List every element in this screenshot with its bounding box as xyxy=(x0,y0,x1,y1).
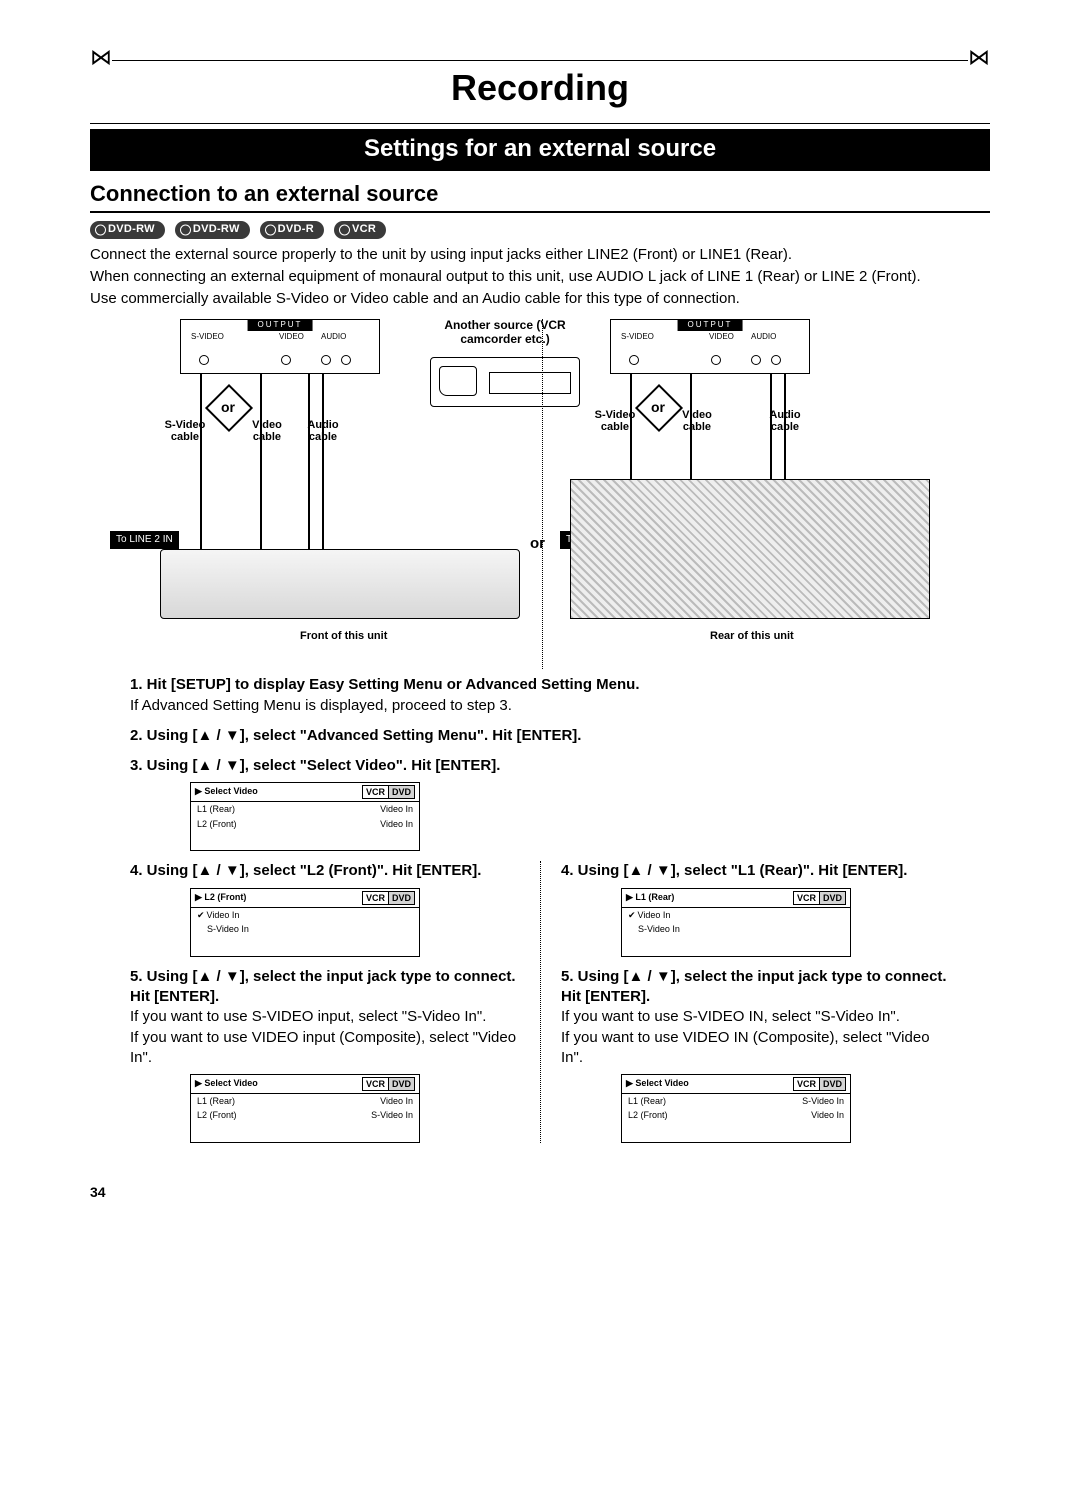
left-step5-p2: If you want to use VIDEO input (Composit… xyxy=(130,1028,520,1069)
section-heading: Connection to an external source xyxy=(90,179,990,213)
vertical-divider xyxy=(542,319,543,669)
ornament-left-icon: ⋈ xyxy=(90,46,112,68)
disc-badges: DVD-RW DVD-RW DVD-R VCR xyxy=(90,221,990,239)
page-number: 34 xyxy=(90,1183,990,1202)
source-label: Another source (VCR camcorder etc.) xyxy=(430,319,580,349)
step-1: 1. Hit [SETUP] to display Easy Setting M… xyxy=(130,675,950,716)
osd-right-final: ▶ Select Video VCRDVD L1 (Rear)S-Video I… xyxy=(621,1074,851,1143)
badge-dvd-rw-video: DVD-RW xyxy=(90,221,165,239)
ornament-right-icon: ⋈ xyxy=(968,46,990,68)
svideo-cable-label: S-Video cable xyxy=(160,419,210,443)
unit-rear-icon xyxy=(570,479,930,619)
right-step5-p1: If you want to use S-VIDEO IN, select "S… xyxy=(561,1007,950,1027)
intro-p2: When connecting an external equipment of… xyxy=(90,267,990,287)
badge-dvd-rw-vr: DVD-RW xyxy=(175,221,250,239)
badge-vcr: VCR xyxy=(334,221,386,239)
steps-list: 1. Hit [SETUP] to display Easy Setting M… xyxy=(130,675,950,851)
subtitle-bar: Settings for an external source xyxy=(90,129,990,171)
page-header: ⋈ ⋈ Recording xyxy=(90,60,990,123)
output-label: OUTPUT xyxy=(248,320,313,331)
camcorder-icon xyxy=(430,357,580,407)
badge-dvd-r: DVD-R xyxy=(260,221,324,239)
left-step4: 4. Using [▲ / ▼], select "L2 (Front)". H… xyxy=(130,861,520,881)
osd-l2-front: ▶ L2 (Front) VCRDVD Video In S-Video In xyxy=(190,888,420,957)
right-step4: 4. Using [▲ / ▼], select "L1 (Rear)". Hi… xyxy=(561,861,950,881)
step-3: 3. Using [▲ / ▼], select "Select Video".… xyxy=(130,756,950,851)
unit-front-icon xyxy=(160,549,520,619)
osd-select-video: ▶ Select Video VCRDVD L1 (Rear)Video In … xyxy=(190,782,420,851)
intro-p1: Connect the external source properly to … xyxy=(90,245,990,265)
left-column: 4. Using [▲ / ▼], select "L2 (Front)". H… xyxy=(130,861,540,1143)
right-column: 4. Using [▲ / ▼], select "L1 (Rear)". Hi… xyxy=(540,861,950,1143)
page-title: Recording xyxy=(90,60,990,123)
step-2: 2. Using [▲ / ▼], select "Advanced Setti… xyxy=(130,726,950,746)
osd-left-final: ▶ Select Video VCRDVD L1 (Rear)Video In … xyxy=(190,1074,420,1143)
intro-text: Connect the external source properly to … xyxy=(90,245,990,310)
left-step5-p1: If you want to use S-VIDEO input, select… xyxy=(130,1007,520,1027)
video-cable-label: Video cable xyxy=(242,419,292,443)
line2-tag: To LINE 2 IN xyxy=(110,531,179,549)
front-caption: Front of this unit xyxy=(300,629,387,644)
right-step5: 5. Using [▲ / ▼], select the input jack … xyxy=(561,967,950,1008)
intro-p3: Use commercially available S-Video or Vi… xyxy=(90,289,990,309)
right-step5-p2: If you want to use VIDEO IN (Composite),… xyxy=(561,1028,950,1069)
output-panel-right: OUTPUT S-VIDEO VIDEO AUDIO xyxy=(610,319,810,374)
connection-diagram: OUTPUT S-VIDEO VIDEO AUDIO OUTPUT S-VIDE… xyxy=(150,319,930,669)
output-panel-left: OUTPUT S-VIDEO VIDEO AUDIO xyxy=(180,319,380,374)
left-step5: 5. Using [▲ / ▼], select the input jack … xyxy=(130,967,520,1008)
two-columns: 4. Using [▲ / ▼], select "L2 (Front)". H… xyxy=(130,861,950,1143)
osd-l1-rear: ▶ L1 (Rear) VCRDVD Video In S-Video In xyxy=(621,888,851,957)
rear-caption: Rear of this unit xyxy=(710,629,794,644)
